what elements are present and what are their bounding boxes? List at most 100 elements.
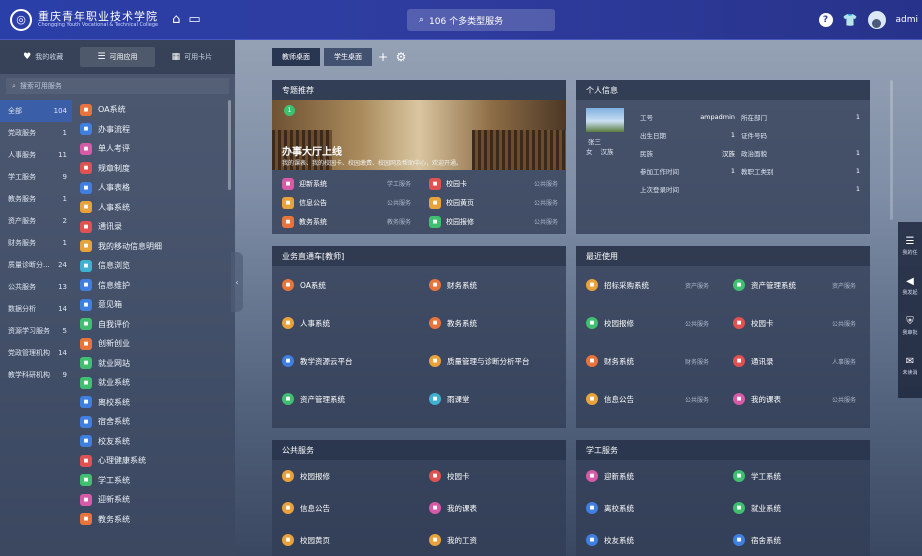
field-label: 民族 (640, 150, 653, 158)
app-search-input[interactable]: ⌕ 搜索可用服务 (6, 78, 229, 94)
category-item[interactable]: 数据分析 14 (0, 298, 72, 320)
app-tile[interactable]: ■ 学工系统 (723, 470, 870, 482)
app-item[interactable]: ■ 我的移动信息明细 (76, 237, 228, 257)
app-tile[interactable]: ■ 我的课表 (419, 502, 566, 514)
app-tile[interactable]: ■ 校园卡 (419, 470, 566, 482)
category-item[interactable]: 教学科研机构 9 (0, 364, 72, 386)
avatar[interactable] (867, 11, 886, 29)
app-list-scrollbar[interactable] (228, 100, 231, 190)
monitor-icon[interactable]: ▭ (188, 12, 200, 27)
category-list: 全部 104 党政服务 1 人事服务 11 学工服务 9 教务服务 1 资产服务 2 财务服务 1 质量诊断… (0, 100, 72, 386)
app-item[interactable]: ■ 规章制度 (76, 159, 228, 179)
app-tile[interactable]: ■ 人事系统 (272, 317, 419, 329)
featured-app[interactable]: ■ 校园报修 公共服务 (419, 215, 566, 228)
featured-banner[interactable]: 1 办事大厅上线 我的课表、我的校园卡、校园缴费、校园网及帮助中心，欢迎开通。 (272, 100, 566, 170)
app-icon: ■ (282, 355, 294, 367)
tab-teacher-desktop[interactable]: 教师桌面 (272, 48, 320, 66)
category-item[interactable]: 公共服务 13 (0, 276, 72, 298)
app-tile[interactable]: ■ 校园报修 公共服务 (576, 317, 723, 329)
app-tile[interactable]: ■ 招标采购系统 资产服务 (576, 279, 723, 291)
shirt-icon[interactable]: 👕 (843, 13, 858, 27)
app-item[interactable]: ■ 人事表格 (76, 178, 228, 198)
app-item[interactable]: ■ 迎新系统 (76, 490, 228, 510)
global-search[interactable]: ⌕ 106 个多类型服务 (407, 9, 555, 31)
category-item[interactable]: 党政服务 1 (0, 122, 72, 144)
app-tile[interactable]: ■ 我的课表 公共服务 (723, 393, 870, 405)
rail-item[interactable]: ◀ 我发起 (902, 266, 917, 306)
category-item[interactable]: 党政管理机构 14 (0, 342, 72, 364)
help-icon[interactable]: ? (818, 13, 833, 27)
grid-row: ■ 校园报修 ■ 校园卡 (272, 460, 566, 492)
app-tile[interactable]: ■ 校友系统 (576, 534, 723, 546)
app-tile[interactable]: ■ 财务系统 (419, 279, 566, 291)
app-tile[interactable]: ■ 资产管理系统 (272, 393, 419, 405)
category-item[interactable]: 质量诊断分... 24 (0, 254, 72, 276)
app-item[interactable]: ■ 创新创业 (76, 334, 228, 354)
featured-app[interactable]: ■ 校园卡 公共服务 (419, 177, 566, 190)
app-item[interactable]: ■ 信息浏览 (76, 256, 228, 276)
app-item[interactable]: ■ 自我评价 (76, 315, 228, 335)
category-item[interactable]: 财务服务 1 (0, 232, 72, 254)
featured-app[interactable]: ■ 迎新系统 学工服务 (272, 177, 419, 190)
app-item[interactable]: ■ 宿舍系统 (76, 412, 228, 432)
app-item[interactable]: ■ 就业系统 (76, 373, 228, 393)
rail-item[interactable]: ☰ 我的任 (902, 226, 917, 266)
app-tile[interactable]: ■ 雨课堂 (419, 393, 566, 405)
app-tile[interactable]: ■ 宿舍系统 (723, 534, 870, 546)
app-tile[interactable]: ■ 校园黄页 (272, 534, 419, 546)
tab-available-cards[interactable]: ▦ 可用卡片 (155, 47, 229, 67)
app-item[interactable]: ■ 信息维护 (76, 276, 228, 296)
app-tile[interactable]: ■ 校园报修 (272, 470, 419, 482)
category-item[interactable]: 资产服务 2 (0, 210, 72, 232)
app-item[interactable]: ■ 办事流程 (76, 120, 228, 140)
app-item[interactable]: ■ 校友系统 (76, 432, 228, 452)
featured-app[interactable]: ■ 教务系统 教务服务 (272, 215, 419, 228)
app-item[interactable]: ■ 心理健康系统 (76, 451, 228, 471)
app-tile[interactable]: ■ 信息公告 公共服务 (576, 393, 723, 405)
profile-row: 出生日期 1 证件号码 (640, 126, 864, 144)
featured-app[interactable]: ■ 信息公告 公共服务 (272, 196, 419, 209)
app-item[interactable]: ■ 就业网站 (76, 354, 228, 374)
app-tile[interactable]: ■ OA系统 (272, 279, 419, 291)
tab-student-desktop[interactable]: 学生桌面 (324, 48, 372, 66)
app-tile[interactable]: ■ 教学资源云平台 (272, 355, 419, 367)
tab-favorites[interactable]: ♥ 我的收藏 (6, 47, 80, 67)
desktop-scrollbar[interactable] (890, 80, 893, 220)
category-item[interactable]: 学工服务 9 (0, 166, 72, 188)
app-tile[interactable]: ■ 信息公告 (272, 502, 419, 514)
category-item[interactable]: 人事服务 11 (0, 144, 72, 166)
add-desktop-button[interactable]: + (376, 50, 390, 64)
app-tile[interactable]: ■ 就业系统 (723, 502, 870, 514)
app-tile[interactable]: ■ 财务系统 财务服务 (576, 355, 723, 367)
app-tile[interactable]: ■ 质量管理与诊断分析平台 (419, 355, 566, 367)
featured-app[interactable]: ■ 校园黄页 公共服务 (419, 196, 566, 209)
app-tile[interactable]: ■ 通讯录 人事服务 (723, 355, 870, 367)
app-item[interactable]: ■ OA系统 (76, 100, 228, 120)
app-tile[interactable]: ■ 迎新系统 (576, 470, 723, 482)
app-tile[interactable]: ■ 校园卡 公共服务 (723, 317, 870, 329)
gear-icon[interactable]: ⚙ (394, 50, 408, 64)
username[interactable]: admi (896, 15, 919, 25)
app-item[interactable]: ■ 意见箱 (76, 295, 228, 315)
app-tile[interactable]: ■ 教务系统 (419, 317, 566, 329)
app-item[interactable]: ■ 人事系统 (76, 198, 228, 218)
app-item[interactable]: ■ 教务系统 (76, 510, 228, 530)
app-item[interactable]: ■ 离校系统 (76, 393, 228, 413)
panel-collapse-handle[interactable]: ‹ (231, 252, 243, 312)
app-icon: ■ (80, 103, 92, 116)
category-item[interactable]: 全部 104 (0, 100, 72, 122)
rail-item[interactable]: ⛨ 我审批 (902, 306, 917, 346)
app-item[interactable]: ■ 单人考评 (76, 139, 228, 159)
home-icon[interactable]: ⌂ (172, 12, 180, 27)
app-tile[interactable]: ■ 资产管理系统 资产服务 (723, 279, 870, 291)
college-logo[interactable]: ◎ 重庆青年职业技术学院 Chongqing Youth Vocational … (10, 8, 158, 31)
category-item[interactable]: 资源学习服务 5 (0, 320, 72, 342)
app-tile[interactable]: ■ 我的工资 (419, 534, 566, 546)
tab-available-apps[interactable]: ☰ 可用应用 (80, 47, 155, 67)
app-tile[interactable]: ■ 离校系统 (576, 502, 723, 514)
rail-item[interactable]: ✉ 未读消 (902, 346, 917, 386)
app-panel: ♥ 我的收藏 ☰ 可用应用 ▦ 可用卡片 ⌕ 搜索可用服务 全部 104 党政服务 1… (0, 40, 235, 556)
app-item[interactable]: ■ 通讯录 (76, 217, 228, 237)
category-item[interactable]: 教务服务 1 (0, 188, 72, 210)
app-item[interactable]: ■ 学工系统 (76, 471, 228, 491)
